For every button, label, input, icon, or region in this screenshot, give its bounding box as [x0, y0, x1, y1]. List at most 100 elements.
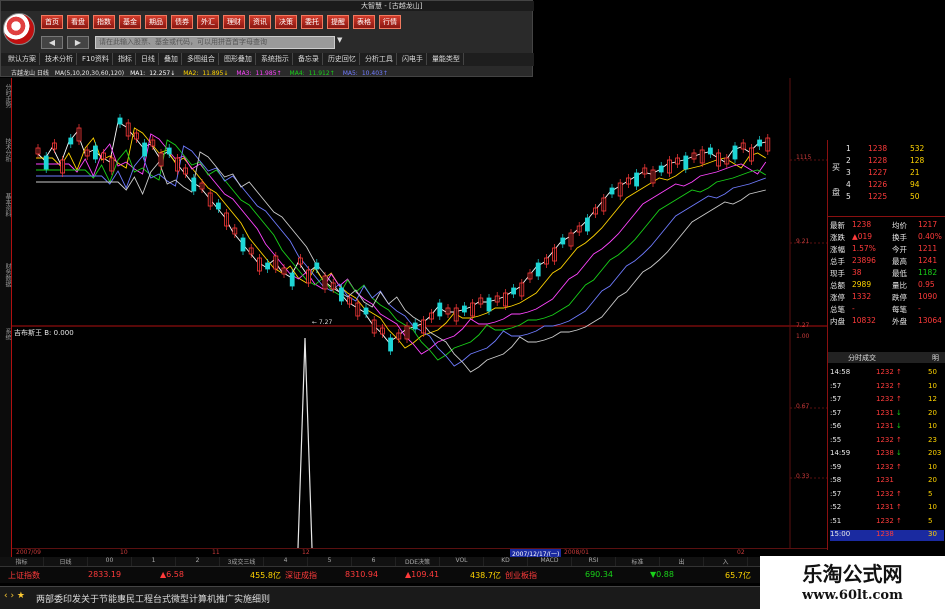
- quick-button[interactable]: 看盘: [67, 15, 89, 29]
- stat-row: 总笔 - 每笔 -: [830, 304, 944, 315]
- stat-key: 每笔: [892, 305, 907, 314]
- trade-row: :57 1232 ↑ 10: [830, 382, 944, 393]
- quick-button[interactable]: 表格: [353, 15, 375, 29]
- forward-button[interactable]: ▶: [67, 36, 89, 49]
- left-tab[interactable]: 财务数据: [1, 263, 11, 287]
- indicator-tab[interactable]: 入: [704, 557, 748, 566]
- stat-value: -: [852, 304, 855, 313]
- quick-button[interactable]: 委托: [301, 15, 323, 29]
- stat-value: 1332: [852, 292, 872, 301]
- trade-price: 1231: [876, 476, 894, 484]
- indicator-tab[interactable]: RSI: [572, 557, 616, 566]
- indicator-tab[interactable]: KD: [484, 557, 528, 566]
- trade-volume: 10: [928, 462, 937, 471]
- quick-button[interactable]: 外汇: [197, 15, 219, 29]
- ma-number: 10.403↑: [361, 70, 388, 77]
- menu-item[interactable]: 叠加: [161, 53, 182, 65]
- ma-value: MA5: 10.403↑: [343, 70, 392, 77]
- quick-button[interactable]: 首页: [41, 15, 63, 29]
- stat-key: 跌停: [892, 293, 907, 302]
- stat-value: 23896: [852, 256, 876, 265]
- menu-item[interactable]: 图形叠加: [221, 53, 256, 65]
- title-bar: 大智慧 - [古越龙山]: [1, 1, 534, 11]
- indicator-tab[interactable]: 标准: [616, 557, 660, 566]
- trade-volume: 10: [928, 503, 937, 511]
- quick-button[interactable]: 行情: [379, 15, 401, 29]
- date-tick: 10: [120, 549, 128, 556]
- price-chart[interactable]: ← 7.27: [12, 78, 827, 548]
- back-button[interactable]: ◀: [41, 36, 63, 49]
- trade-direction-icon: ↑: [896, 462, 902, 471]
- menu-item[interactable]: 闪电手: [399, 53, 427, 65]
- trade-header-detail[interactable]: 明: [932, 353, 939, 363]
- left-tab[interactable]: 分时走势: [1, 84, 11, 108]
- menu-item[interactable]: 指标: [115, 53, 136, 65]
- left-tab[interactable]: 基本资料: [1, 193, 11, 217]
- menu-item[interactable]: 系统指示: [258, 53, 293, 65]
- quick-button[interactable]: 决策: [275, 15, 297, 29]
- price-tick: 0.33: [796, 473, 810, 480]
- quick-button[interactable]: 资讯: [249, 15, 271, 29]
- indicator-tab[interactable]: VOL: [440, 557, 484, 566]
- toolbar-window: 大智慧 - [古越龙山] 首页 看盘 指数 基金 期品 债券 外汇 理财 资讯 决策 委托 提醒 表格行…: [0, 0, 534, 77]
- divider: [828, 216, 945, 217]
- stat-value: 1241: [918, 256, 938, 265]
- quick-button[interactable]: 基金: [119, 15, 141, 29]
- ma-label: MA2:: [183, 70, 199, 77]
- trade-volume: 5: [928, 516, 933, 525]
- cy-index-name[interactable]: 创业板指: [505, 570, 537, 581]
- menu-item[interactable]: 技术分析: [42, 53, 77, 65]
- indicator-spike: [297, 337, 313, 548]
- menu-item[interactable]: 备忘录: [295, 53, 323, 65]
- sh-index-name[interactable]: 上证指数: [8, 570, 40, 581]
- quick-button[interactable]: 债券: [171, 15, 193, 29]
- indicator-tab[interactable]: 日线: [44, 557, 88, 566]
- left-tab[interactable]: 技术分析: [1, 138, 11, 162]
- search-input[interactable]: 请在此输入股票、基金或代码，可以用拼音首字母查询: [95, 36, 335, 49]
- left-tab[interactable]: 系统: [1, 328, 11, 340]
- indicator-tab[interactable]: 出: [660, 557, 704, 566]
- indicator-tab[interactable]: 6: [352, 557, 396, 566]
- date-tick: 12: [302, 549, 310, 556]
- trade-price: 1232: [876, 368, 894, 376]
- indicator-tab[interactable]: DDE决策: [396, 557, 440, 566]
- bid-volume: 50: [910, 192, 920, 201]
- trade-row: :57 1232 ↑ 12: [830, 395, 944, 406]
- stat-key: 今开: [892, 245, 907, 254]
- quick-button-bar: 首页 看盘 指数 基金 期品 债券 外汇 理财 资讯 决策 委托 提醒 表格 行情: [41, 15, 401, 29]
- cy-index-amount: 65.7亿: [725, 571, 751, 580]
- quick-button[interactable]: 提醒: [327, 15, 349, 29]
- quick-button[interactable]: 指数: [93, 15, 115, 29]
- stat-key: 均价: [892, 221, 907, 230]
- ma-value: MA2: 11.895↓: [183, 70, 232, 77]
- chevron-down-icon[interactable]: ▼: [337, 36, 347, 49]
- news-headline[interactable]: 两部委印发关于节能惠民工程台式微型计算机推广实施细则: [36, 592, 270, 605]
- trade-price: 1232: [876, 462, 894, 471]
- indicator-tab[interactable]: 00: [88, 557, 132, 566]
- app-logo-icon[interactable]: [3, 13, 35, 45]
- menu-item[interactable]: 分析工具: [362, 53, 397, 65]
- menu-item[interactable]: 历史回忆: [325, 53, 360, 65]
- indicator-tab[interactable]: MACD: [528, 557, 572, 566]
- ticker-nav-icon[interactable]: ‹ › ★: [4, 591, 25, 601]
- indicator-tab[interactable]: 2: [176, 557, 220, 566]
- menu-item[interactable]: F10资料: [79, 53, 113, 65]
- ma-value: MA3: 11.985↑: [236, 70, 285, 77]
- stat-row: 现手 38 最低 1182: [830, 268, 944, 279]
- quick-button[interactable]: 理财: [223, 15, 245, 29]
- indicator-tab[interactable]: 1: [132, 557, 176, 566]
- menu-item[interactable]: 日线: [138, 53, 159, 65]
- indicator-tab[interactable]: 5: [308, 557, 352, 566]
- date-axis: 2007/12/17/(一) 2007/09 10 11 12 2008/01 02: [12, 548, 827, 558]
- quick-button[interactable]: 期品: [145, 15, 167, 29]
- sz-index-name[interactable]: 深证成指: [285, 570, 317, 581]
- bid-volume: 94: [910, 180, 920, 189]
- indicator-tab[interactable]: 3成交三线: [220, 557, 264, 566]
- indicator-tab[interactable]: 4: [264, 557, 308, 566]
- menu-item[interactable]: 默认方案: [5, 53, 40, 65]
- indicator-tab[interactable]: 指标: [0, 557, 44, 566]
- menu-item[interactable]: 多图组合: [184, 53, 219, 65]
- menu-item[interactable]: 量能类型: [429, 53, 464, 65]
- stat-row: 最新 1238 均价 1217: [830, 220, 944, 231]
- stat-key: 换手: [892, 233, 907, 242]
